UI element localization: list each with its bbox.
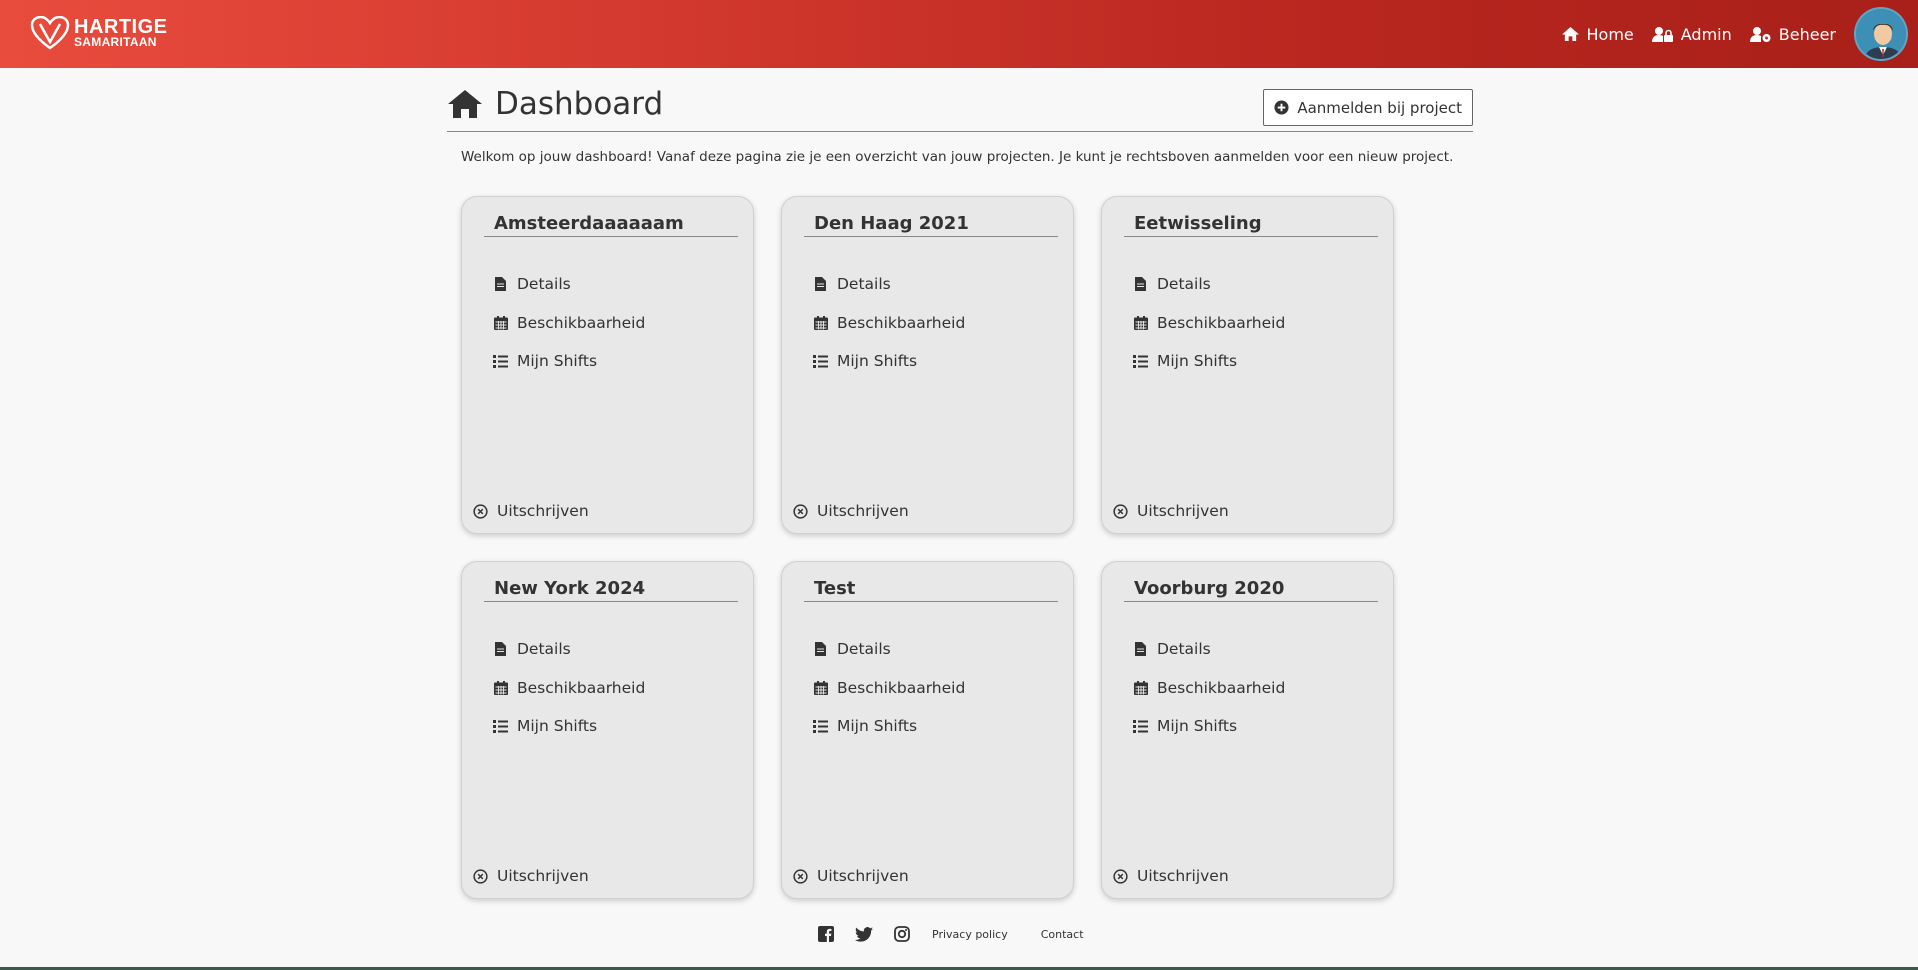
project-card: Den Haag 2021 Details Beschikbaarheid Mi… — [781, 196, 1074, 534]
project-title: New York 2024 — [484, 578, 738, 602]
list-icon — [493, 719, 508, 733]
welcome-text: Welkom op jouw dashboard! Vanaf deze pag… — [461, 149, 1454, 165]
nav-admin-label: Admin — [1680, 24, 1732, 44]
file-icon — [815, 642, 826, 657]
heart-logo-icon — [30, 16, 70, 50]
contact-link[interactable]: Contact — [1041, 928, 1084, 941]
main-content: Dashboard Aanmelden bij project Welkom o… — [447, 84, 1473, 899]
calendar-icon — [493, 315, 508, 330]
home-icon — [448, 90, 482, 118]
times-circle-icon — [793, 868, 808, 884]
times-circle-icon — [473, 503, 488, 519]
file-icon — [495, 277, 506, 292]
details-link[interactable]: Details — [813, 630, 965, 669]
my-shifts-link[interactable]: Mijn Shifts — [1133, 707, 1285, 746]
nav-beheer-label: Beheer — [1778, 24, 1836, 44]
my-shifts-link[interactable]: Mijn Shifts — [1133, 342, 1285, 381]
my-shifts-link[interactable]: Mijn Shifts — [493, 707, 645, 746]
footer: Privacy policy Contact — [818, 926, 1084, 942]
project-title: Voorburg 2020 — [1124, 578, 1378, 602]
facebook-link[interactable] — [818, 926, 834, 942]
calendar-icon — [1133, 315, 1148, 330]
unsubscribe-link[interactable]: Uitschrijven — [1113, 502, 1229, 520]
file-icon — [815, 277, 826, 292]
file-icon — [1135, 277, 1146, 292]
nav-home-label: Home — [1586, 24, 1634, 44]
list-icon — [813, 354, 828, 368]
my-shifts-link[interactable]: Mijn Shifts — [813, 707, 965, 746]
user-avatar-icon — [1856, 9, 1906, 59]
user-lock-icon — [1651, 26, 1673, 42]
list-icon — [493, 354, 508, 368]
times-circle-icon — [793, 503, 808, 519]
nav-beheer[interactable]: Beheer — [1749, 24, 1836, 44]
user-cog-icon — [1749, 26, 1771, 42]
details-link[interactable]: Details — [493, 630, 645, 669]
instagram-link[interactable] — [894, 926, 910, 942]
my-shifts-link[interactable]: Mijn Shifts — [493, 342, 645, 381]
project-title: Amsteerdaaaaaam — [484, 213, 738, 237]
times-circle-icon — [1113, 503, 1128, 519]
list-icon — [1133, 719, 1148, 733]
project-card: Eetwisseling Details Beschikbaarheid Mij… — [1101, 196, 1394, 534]
availability-link[interactable]: Beschikbaarheid — [493, 669, 645, 708]
instagram-icon — [894, 926, 910, 942]
details-link[interactable]: Details — [493, 265, 645, 304]
enroll-project-button[interactable]: Aanmelden bij project — [1263, 89, 1473, 126]
calendar-icon — [493, 680, 508, 695]
file-icon — [495, 642, 506, 657]
unsubscribe-link[interactable]: Uitschrijven — [473, 867, 589, 885]
details-link[interactable]: Details — [813, 265, 965, 304]
logo[interactable]: HARTIGE SAMARITAAN — [30, 15, 168, 51]
unsubscribe-link[interactable]: Uitschrijven — [793, 867, 909, 885]
project-title: Den Haag 2021 — [804, 213, 1058, 237]
details-link[interactable]: Details — [1133, 265, 1285, 304]
project-title: Eetwisseling — [1124, 213, 1378, 237]
project-title: Test — [804, 578, 1058, 602]
privacy-policy-link[interactable]: Privacy policy — [932, 928, 1008, 941]
logo-title: HARTIGE — [74, 15, 168, 38]
calendar-icon — [813, 680, 828, 695]
unsubscribe-link[interactable]: Uitschrijven — [473, 502, 589, 520]
nav-admin[interactable]: Admin — [1651, 24, 1732, 44]
my-shifts-link[interactable]: Mijn Shifts — [813, 342, 965, 381]
times-circle-icon — [1113, 868, 1128, 884]
title-row: Dashboard Aanmelden bij project — [447, 84, 1473, 132]
plus-circle-icon — [1274, 100, 1289, 115]
times-circle-icon — [473, 868, 488, 884]
nav-home[interactable]: Home — [1561, 25, 1634, 44]
availability-link[interactable]: Beschikbaarheid — [1133, 669, 1285, 708]
twitter-link[interactable] — [855, 926, 873, 942]
top-navbar: HARTIGE SAMARITAAN Home Admin Beheer — [0, 0, 1918, 68]
list-icon — [813, 719, 828, 733]
calendar-icon — [1133, 680, 1148, 695]
details-link[interactable]: Details — [1133, 630, 1285, 669]
enroll-project-label: Aanmelden bij project — [1297, 98, 1462, 117]
facebook-icon — [818, 926, 834, 942]
availability-link[interactable]: Beschikbaarheid — [1133, 304, 1285, 343]
project-card: New York 2024 Details Beschikbaarheid Mi… — [461, 561, 754, 899]
calendar-icon — [813, 315, 828, 330]
project-card: Amsteerdaaaaaam Details Beschikbaarheid … — [461, 196, 754, 534]
avatar[interactable] — [1854, 7, 1908, 61]
availability-link[interactable]: Beschikbaarheid — [493, 304, 645, 343]
logo-subtitle: SAMARITAAN — [74, 34, 157, 49]
availability-link[interactable]: Beschikbaarheid — [813, 304, 965, 343]
unsubscribe-link[interactable]: Uitschrijven — [1113, 867, 1229, 885]
project-card: Voorburg 2020 Details Beschikbaarheid Mi… — [1101, 561, 1394, 899]
availability-link[interactable]: Beschikbaarheid — [813, 669, 965, 708]
page-title-text: Dashboard — [495, 86, 664, 122]
list-icon — [1133, 354, 1148, 368]
unsubscribe-link[interactable]: Uitschrijven — [793, 502, 909, 520]
main-nav: Home Admin Beheer — [1561, 0, 1918, 68]
project-card: Test Details Beschikbaarheid Mijn Shifts… — [781, 561, 1074, 899]
twitter-icon — [855, 926, 873, 942]
home-icon — [1561, 26, 1579, 42]
page-title: Dashboard — [447, 86, 663, 122]
file-icon — [1135, 642, 1146, 657]
